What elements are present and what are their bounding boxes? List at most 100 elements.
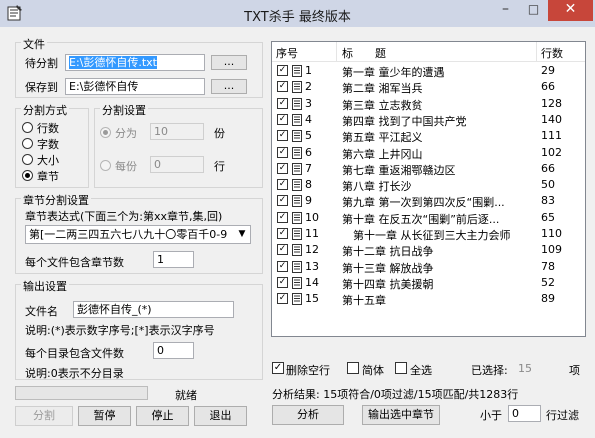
table-row[interactable]: ✓ 8 第八章 打长沙 50 xyxy=(272,178,585,193)
close-button[interactable]: ✕ xyxy=(548,0,593,21)
row-checkbox[interactable]: ✓ xyxy=(277,81,288,93)
lines-per-part-input[interactable]: 0 xyxy=(150,156,204,173)
header-title[interactable]: 标 题 xyxy=(342,45,386,61)
row-checkbox[interactable]: ✓ xyxy=(277,113,288,125)
minimize-button[interactable]: – xyxy=(492,0,519,21)
simplified-label: 简体 xyxy=(362,364,384,377)
table-row[interactable]: ✓ 3 第三章 立志救贫 128 xyxy=(272,97,585,112)
table-row[interactable]: ✓ 6 第六章 上井冈山 102 xyxy=(272,146,585,161)
row-checkbox[interactable]: ✓ xyxy=(277,244,288,256)
row-checkbox[interactable]: ✓ xyxy=(277,195,288,207)
filename-note: 说明:(*)表示数字序号;[*]表示汉字序号 xyxy=(25,324,215,337)
table-row[interactable]: ✓ 13 第十三章 解放战争 78 xyxy=(272,260,585,275)
save-to-browse-button[interactable]: ... xyxy=(211,79,247,94)
table-row[interactable]: ✓ 1 第一章 童少年的遭遇 29 xyxy=(272,64,585,79)
row-checkbox[interactable]: ✓ xyxy=(277,211,288,223)
save-to-input[interactable]: E:\彭德怀自传 xyxy=(65,78,205,95)
radio-lines[interactable] xyxy=(22,122,33,133)
document-icon xyxy=(292,276,302,289)
row-checkbox[interactable]: ✓ xyxy=(277,260,288,272)
split-file-input[interactable]: E:\彭德怀自传.txt xyxy=(65,54,205,71)
table-row[interactable]: ✓ 2 第二章 湘军当兵 66 xyxy=(272,80,585,95)
filename-input[interactable]: 彭德怀自传_(*) xyxy=(73,301,234,318)
document-icon xyxy=(292,81,302,94)
select-all-checkbox[interactable] xyxy=(395,362,407,374)
table-row[interactable]: ✓ 9 第九章 第一次到第四次反“围剿... 83 xyxy=(272,194,585,209)
exit-button[interactable]: 退出 xyxy=(194,406,247,426)
row-seq: 2 xyxy=(305,80,312,94)
pause-button[interactable]: 暂停 xyxy=(78,406,131,426)
split-file-browse-button[interactable]: ... xyxy=(211,55,247,70)
header-divider xyxy=(336,42,337,62)
row-count: 140 xyxy=(541,112,562,126)
row-checkbox[interactable]: ✓ xyxy=(277,228,288,239)
lines-per-part-unit: 行 xyxy=(214,160,225,173)
row-count: 29 xyxy=(541,64,555,77)
row-seq: 14 xyxy=(305,275,319,289)
row-checkbox[interactable]: ✓ xyxy=(277,97,288,109)
row-checkbox[interactable]: ✓ xyxy=(277,293,288,305)
chapter-list[interactable]: 序号 标 题 行数 ✓ 1 第一章 童少年的遭遇 29 ✓ 2 第二章 湘军当兵 66 ✓ 3 第三… xyxy=(271,41,586,337)
split-button[interactable]: 分割 xyxy=(15,406,73,426)
radio-chapter[interactable] xyxy=(22,170,33,181)
row-title: 第八章 打长沙 xyxy=(342,180,412,194)
table-row[interactable]: ✓ 4 第四章 找到了中国共产党 140 xyxy=(272,113,585,128)
row-seq: 6 xyxy=(305,145,312,159)
export-selected-button[interactable]: 输出选中章节 xyxy=(362,405,440,425)
row-checkbox[interactable]: ✓ xyxy=(277,162,288,174)
maximize-button[interactable]: □ xyxy=(520,0,547,21)
chevron-down-icon: ▼ xyxy=(234,226,250,243)
min-lines-input[interactable]: 0 xyxy=(508,405,541,422)
header-seq[interactable]: 序号 xyxy=(276,45,298,61)
radio-lines-per-part[interactable] xyxy=(100,160,111,171)
row-title: 第四章 找到了中国共产党 xyxy=(342,114,467,128)
row-count: 66 xyxy=(541,80,555,94)
row-seq: 12 xyxy=(305,243,319,257)
document-icon xyxy=(292,179,302,192)
table-row[interactable]: ✓ 12 第十二章 抗日战争 109 xyxy=(272,243,585,258)
document-icon xyxy=(292,65,302,77)
table-row[interactable]: ✓ 10 第十章 在反五次“围剿”前后逐... 65 xyxy=(272,211,585,226)
stop-button[interactable]: 停止 xyxy=(136,406,189,426)
header-count[interactable]: 行数 xyxy=(541,45,563,61)
row-checkbox[interactable]: ✓ xyxy=(277,146,288,158)
analyze-button[interactable]: 分析 xyxy=(272,405,344,425)
radio-parts[interactable] xyxy=(100,127,111,138)
table-row[interactable]: ✓ 5 第五章 平江起义 111 xyxy=(272,129,585,144)
parts-input[interactable]: 10 xyxy=(150,123,204,140)
table-row[interactable]: ✓ 11 第十一章 从长征到三大主力会师 110 xyxy=(272,227,585,242)
select-all-label: 全选 xyxy=(410,364,432,377)
min-lines-label: 小于 xyxy=(480,409,502,422)
row-count: 109 xyxy=(541,243,562,257)
row-count: 52 xyxy=(541,275,555,289)
files-per-dir-label: 每个目录包含文件数 xyxy=(25,347,124,360)
row-seq: 11 xyxy=(305,227,319,240)
table-row[interactable]: ✓ 14 第十四章 抗美援朝 52 xyxy=(272,276,585,291)
document-icon xyxy=(292,228,302,240)
row-checkbox[interactable]: ✓ xyxy=(277,179,288,191)
analysis-result: 分析结果: 15项符合/0项过滤/15项匹配/共1283行 xyxy=(272,388,519,401)
simplified-checkbox[interactable] xyxy=(347,362,359,374)
row-title: 第九章 第一次到第四次反“围剿... xyxy=(342,196,505,210)
table-row[interactable]: ✓ 15 第十五章 89 xyxy=(272,292,585,307)
document-icon xyxy=(292,113,302,126)
row-title: 第十一章 从长征到三大主力会师 xyxy=(342,229,511,242)
status-text: 就绪 xyxy=(175,389,197,402)
chapters-per-file-input[interactable]: 1 xyxy=(153,251,194,268)
row-checkbox[interactable]: ✓ xyxy=(277,276,288,288)
selected-label: 已选择: xyxy=(471,364,508,377)
regex-select[interactable]: 第[一二两三四五六七八九十〇零百千0-9 ▼ xyxy=(25,225,251,244)
row-title: 第十二章 抗日战争 xyxy=(342,245,434,259)
radio-size[interactable] xyxy=(22,154,33,165)
radio-size-label: 大小 xyxy=(37,154,59,167)
radio-chars[interactable] xyxy=(22,138,33,149)
dir-note: 说明:0表示不分目录 xyxy=(25,367,124,380)
row-seq: 5 xyxy=(305,129,312,143)
files-per-dir-input[interactable]: 0 xyxy=(153,342,194,359)
row-checkbox[interactable]: ✓ xyxy=(277,130,288,142)
row-seq: 9 xyxy=(305,194,312,208)
row-checkbox[interactable]: ✓ xyxy=(277,65,288,76)
selected-count: 15 xyxy=(518,362,532,375)
remove-blank-checkbox[interactable]: ✓ xyxy=(272,362,284,374)
table-row[interactable]: ✓ 7 第七章 重返湘鄂赣边区 66 xyxy=(272,162,585,177)
